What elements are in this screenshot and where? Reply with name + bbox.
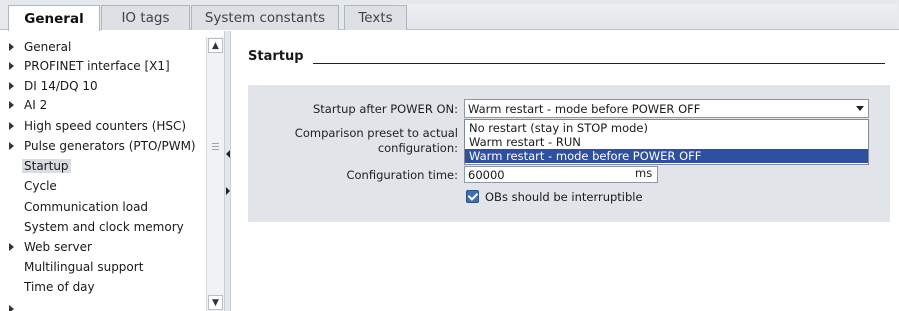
nav-item-di-dq[interactable]: DI 14/DQ 10: [0, 76, 206, 96]
nav-item-pulse-generators[interactable]: Pulse generators (PTO/PWM): [0, 136, 206, 156]
expand-right-icon[interactable]: [226, 187, 230, 195]
dropdown-option-warm-restart-run[interactable]: Warm restart - RUN: [465, 135, 868, 149]
expand-arrow-icon: [9, 305, 14, 311]
dropdown-option-warm-restart-mode-before-power-off[interactable]: Warm restart - mode before POWER OFF: [465, 149, 868, 163]
scroll-up-icon[interactable]: ▲: [208, 38, 223, 53]
tab-general[interactable]: General: [8, 5, 100, 31]
nav-item-web-server[interactable]: Web server: [0, 237, 206, 257]
nav-item-time-of-day[interactable]: Time of day: [0, 277, 206, 297]
panel-splitter[interactable]: [224, 31, 231, 311]
expand-arrow-icon[interactable]: [9, 142, 14, 150]
configuration-time-value: 60000: [468, 167, 505, 182]
comparison-preset-label-line1: Comparison preset to actual: [294, 126, 458, 140]
tab-bar: General IO tags System constants Texts: [0, 0, 899, 31]
nav-item-cut-off: [0, 299, 206, 311]
tab-texts[interactable]: Texts: [344, 5, 407, 30]
chevron-down-icon[interactable]: [856, 106, 864, 111]
navigation-tree: General PROFINET interface [X1] DI 14/DQ…: [0, 31, 206, 311]
nav-item-label: High speed counters (HSC): [24, 119, 187, 133]
startup-after-power-on-label: Startup after POWER ON:: [313, 102, 458, 116]
nav-item-label: PROFINET interface [X1]: [24, 59, 170, 73]
expand-arrow-icon[interactable]: [9, 43, 14, 51]
startup-mode-select[interactable]: Warm restart - mode before POWER OFF: [464, 99, 869, 118]
nav-item-label: Pulse generators (PTO/PWM): [24, 139, 196, 153]
tree-scrollbar[interactable]: ▲ ▼: [206, 37, 224, 311]
nav-item-label: Multilingual support: [24, 260, 144, 274]
expand-arrow-icon[interactable]: [9, 122, 14, 130]
nav-item-label: Cycle: [24, 179, 57, 193]
nav-item-label: Web server: [24, 240, 92, 254]
nav-item-label: General: [24, 40, 72, 54]
nav-item-startup[interactable]: Startup: [0, 156, 206, 176]
nav-item-label: Time of day: [24, 280, 95, 294]
expand-arrow-icon[interactable]: [9, 82, 14, 90]
nav-item-multilingual-support[interactable]: Multilingual support: [0, 257, 206, 277]
configuration-time-label: Configuration time:: [346, 168, 458, 182]
expand-arrow-icon[interactable]: [9, 101, 14, 109]
tab-strip-background: [397, 4, 897, 28]
nav-item-general[interactable]: General: [0, 37, 206, 57]
nav-item-communication-load[interactable]: Communication load: [0, 197, 206, 217]
tab-io-tags[interactable]: IO tags: [101, 5, 190, 30]
startup-mode-value: Warm restart - mode before POWER OFF: [468, 101, 701, 116]
nav-item-ai[interactable]: AI 2: [0, 95, 206, 115]
nav-item-label: Startup: [22, 159, 71, 173]
nav-item-high-speed-counters[interactable]: High speed counters (HSC): [0, 116, 206, 136]
expand-arrow-icon[interactable]: [9, 243, 14, 251]
startup-mode-dropdown-list: No restart (stay in STOP mode) Warm rest…: [464, 119, 869, 165]
section-title: Startup: [248, 49, 304, 64]
nav-item-label: Communication load: [24, 200, 149, 214]
collapse-left-icon[interactable]: [226, 150, 230, 158]
expand-arrow-icon[interactable]: [9, 62, 14, 70]
scroll-down-icon[interactable]: ▼: [208, 295, 223, 310]
nav-item-profinet-interface[interactable]: PROFINET interface [X1]: [0, 56, 206, 76]
nav-item-label: AI 2: [24, 98, 48, 112]
comparison-preset-label-line2: configuration:: [377, 141, 458, 155]
section-divider: [313, 63, 885, 64]
configuration-time-unit: ms: [635, 166, 653, 180]
scroll-thumb-grip-icon[interactable]: [209, 137, 221, 155]
nav-item-system-clock-memory[interactable]: System and clock memory: [0, 217, 206, 237]
tab-system-constants[interactable]: System constants: [191, 5, 339, 30]
nav-item-label: DI 14/DQ 10: [24, 79, 98, 93]
dropdown-option-no-restart[interactable]: No restart (stay in STOP mode): [465, 121, 868, 135]
obs-interruptible-label[interactable]: OBs should be interruptible: [485, 190, 643, 204]
configuration-time-input[interactable]: 60000: [464, 166, 658, 183]
nav-item-cycle[interactable]: Cycle: [0, 176, 206, 196]
obs-interruptible-checkbox[interactable]: [466, 190, 479, 203]
nav-item-label: System and clock memory: [24, 220, 184, 234]
